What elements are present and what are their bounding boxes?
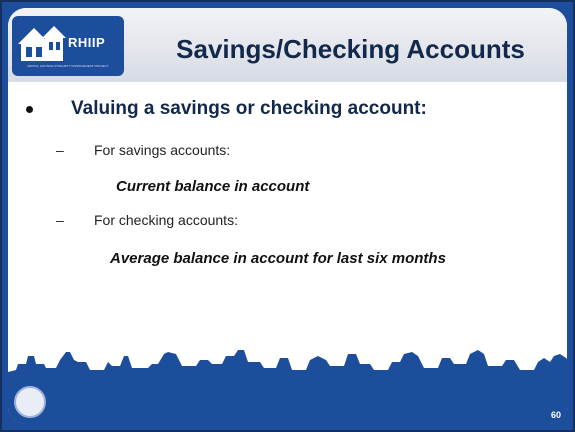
slide-canvas: RHIIP RENTAL HOUSING INTEGRITY IMPROVEME… xyxy=(8,8,567,424)
slide-footer: 60 xyxy=(8,342,567,424)
logo-subtext: RENTAL HOUSING INTEGRITY IMPROVEMENT PRO… xyxy=(27,64,109,68)
slide-header: RHIIP RENTAL HOUSING INTEGRITY IMPROVEME… xyxy=(8,8,567,82)
bullet-icon xyxy=(26,106,33,113)
page-number: 60 xyxy=(550,410,561,420)
bullet-text: Valuing a savings or checking account: xyxy=(71,98,427,119)
slide: RHIIP RENTAL HOUSING INTEGRITY IMPROVEME… xyxy=(0,0,575,432)
sub-item-label: For savings accounts: xyxy=(94,142,231,158)
sub-item-emphasis: Average balance in account for last six … xyxy=(110,250,446,267)
sub-item-emphasis: Current balance in account xyxy=(116,178,310,195)
logo-text: RHIIP xyxy=(68,35,106,50)
dash-marker: – xyxy=(56,212,64,228)
city-skyline-graphic xyxy=(8,342,567,424)
rhiip-logo: RHIIP RENTAL HOUSING INTEGRITY IMPROVEME… xyxy=(12,16,124,76)
dash-marker: – xyxy=(56,142,64,158)
slide-title: Savings/Checking Accounts xyxy=(176,34,525,64)
sub-item-label: For checking accounts: xyxy=(94,212,238,228)
seal-icon xyxy=(14,386,46,418)
